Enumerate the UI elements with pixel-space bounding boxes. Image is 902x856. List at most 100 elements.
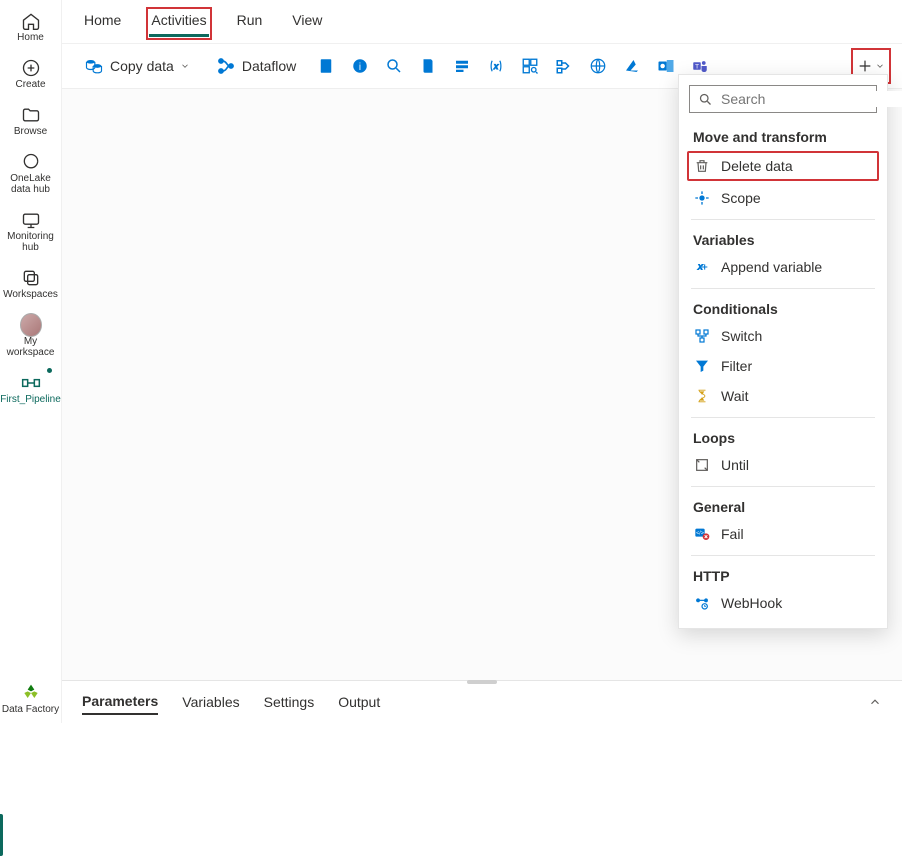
left-nav-rail: Home Create Browse OneLake data hub Moni… (0, 0, 62, 723)
activity-append-variable[interactable]: x Append variable (679, 252, 887, 282)
rail-create[interactable]: Create (0, 51, 62, 98)
tab-run[interactable]: Run (235, 10, 265, 37)
ribbon-tabs: Home Activities Run View (62, 0, 902, 44)
rail-datafactory[interactable]: Data Factory (0, 676, 62, 723)
activity-wait[interactable]: Wait (679, 381, 887, 411)
rail-myworkspace[interactable]: My workspace (0, 308, 62, 366)
group-move-transform: Move and transform (679, 123, 887, 149)
svg-text:T: T (695, 63, 699, 70)
home-icon (20, 10, 42, 32)
dataflow-icon (216, 56, 236, 76)
tab-view[interactable]: View (290, 10, 324, 37)
bottom-tab-output[interactable]: Output (338, 690, 380, 714)
activity-label: Until (721, 457, 749, 473)
copy-data-icon (84, 56, 104, 76)
search-tool-icon[interactable] (384, 56, 404, 76)
web-icon[interactable] (588, 56, 608, 76)
rail-label: OneLake data hub (0, 173, 62, 195)
rail-label: Monitoring hub (0, 231, 62, 253)
webhook-icon (693, 594, 711, 612)
group-conditionals: Conditionals (679, 295, 887, 321)
rail-onelake[interactable]: OneLake data hub (0, 145, 62, 203)
chevron-down-icon (180, 61, 190, 71)
switch-icon (693, 327, 711, 345)
group-http: HTTP (679, 562, 887, 588)
activity-label: Wait (721, 388, 748, 404)
drag-handle-icon[interactable] (467, 680, 497, 684)
collapse-panel-button[interactable] (868, 695, 882, 709)
bottom-tab-settings[interactable]: Settings (264, 690, 315, 714)
function-icon[interactable] (554, 56, 574, 76)
datafactory-icon (20, 682, 42, 704)
activity-label: WebHook (721, 595, 782, 611)
copy-data-label: Copy data (110, 58, 174, 74)
activity-fail[interactable]: </> Fail (679, 519, 887, 549)
activity-label: Append variable (721, 259, 822, 275)
activity-label: Switch (721, 328, 762, 344)
info-icon[interactable]: i (350, 56, 370, 76)
rail-browse[interactable]: Browse (0, 98, 62, 145)
notebook-icon[interactable] (316, 56, 336, 76)
activity-filter[interactable]: Filter (679, 351, 887, 381)
group-loops: Loops (679, 424, 887, 450)
rail-pipeline[interactable]: First_Pipeline (0, 366, 62, 413)
plus-circle-icon (20, 57, 42, 79)
teams-icon[interactable]: T (690, 56, 710, 76)
rail-label: Workspaces (3, 289, 58, 300)
rail-monitoring[interactable]: Monitoring hub (0, 203, 62, 261)
script-icon[interactable] (418, 56, 438, 76)
activities-dropdown-panel: Move and transform Delete data Scope Var… (678, 74, 888, 629)
hourglass-icon (693, 387, 711, 405)
unsaved-dot-icon (47, 368, 52, 373)
workspaces-icon (20, 267, 42, 289)
append-var-icon: x (693, 258, 711, 276)
dataflow-label: Dataflow (242, 58, 296, 74)
folder-icon (20, 104, 42, 126)
tab-activities[interactable]: Activities (149, 10, 208, 37)
activity-label: Scope (721, 190, 761, 206)
fail-icon: </> (693, 525, 711, 543)
trash-icon (693, 157, 711, 175)
activity-until[interactable]: Until (679, 450, 887, 480)
azure-icon[interactable] (622, 56, 642, 76)
activity-label: Delete data (721, 158, 793, 174)
activities-search[interactable] (689, 85, 877, 113)
group-general: General (679, 493, 887, 519)
rail-home[interactable]: Home (0, 4, 62, 51)
sproc-icon[interactable] (452, 56, 472, 76)
activity-label: Fail (721, 526, 744, 542)
activity-delete-data[interactable]: Delete data (687, 151, 879, 181)
bottom-tabs: Parameters Variables Settings Output (62, 680, 902, 723)
avatar-icon (20, 314, 42, 336)
rail-label: Home (17, 32, 44, 43)
lookup-icon[interactable] (520, 56, 540, 76)
activity-label: Filter (721, 358, 752, 374)
rail-label: Create (15, 79, 45, 90)
rail-workspaces[interactable]: Workspaces (0, 261, 62, 308)
variable-icon[interactable]: x (486, 56, 506, 76)
svg-text:i: i (359, 62, 361, 73)
onelake-icon (20, 151, 42, 173)
bottom-tab-parameters[interactable]: Parameters (82, 689, 158, 715)
outlook-icon[interactable] (656, 56, 676, 76)
scope-icon (693, 189, 711, 207)
svg-text:</>: </> (696, 531, 704, 537)
activity-webhook[interactable]: WebHook (679, 588, 887, 618)
pipeline-icon (20, 372, 42, 394)
search-icon (698, 92, 713, 107)
copy-data-button[interactable]: Copy data (78, 52, 196, 80)
filter-icon (693, 357, 711, 375)
main-area: Home Activities Run View Copy data Dataf… (62, 0, 902, 723)
group-variables: Variables (679, 226, 887, 252)
until-icon (693, 456, 711, 474)
monitor-icon (20, 209, 42, 231)
svg-text:x: x (493, 62, 499, 71)
activities-search-input[interactable] (721, 91, 902, 107)
dataflow-button[interactable]: Dataflow (210, 52, 302, 80)
activity-scope[interactable]: Scope (679, 183, 887, 213)
rail-label: First_Pipeline (0, 394, 61, 405)
rail-label: Data Factory (2, 704, 59, 715)
activity-switch[interactable]: Switch (679, 321, 887, 351)
tab-home[interactable]: Home (82, 10, 123, 37)
bottom-tab-variables[interactable]: Variables (182, 690, 239, 714)
